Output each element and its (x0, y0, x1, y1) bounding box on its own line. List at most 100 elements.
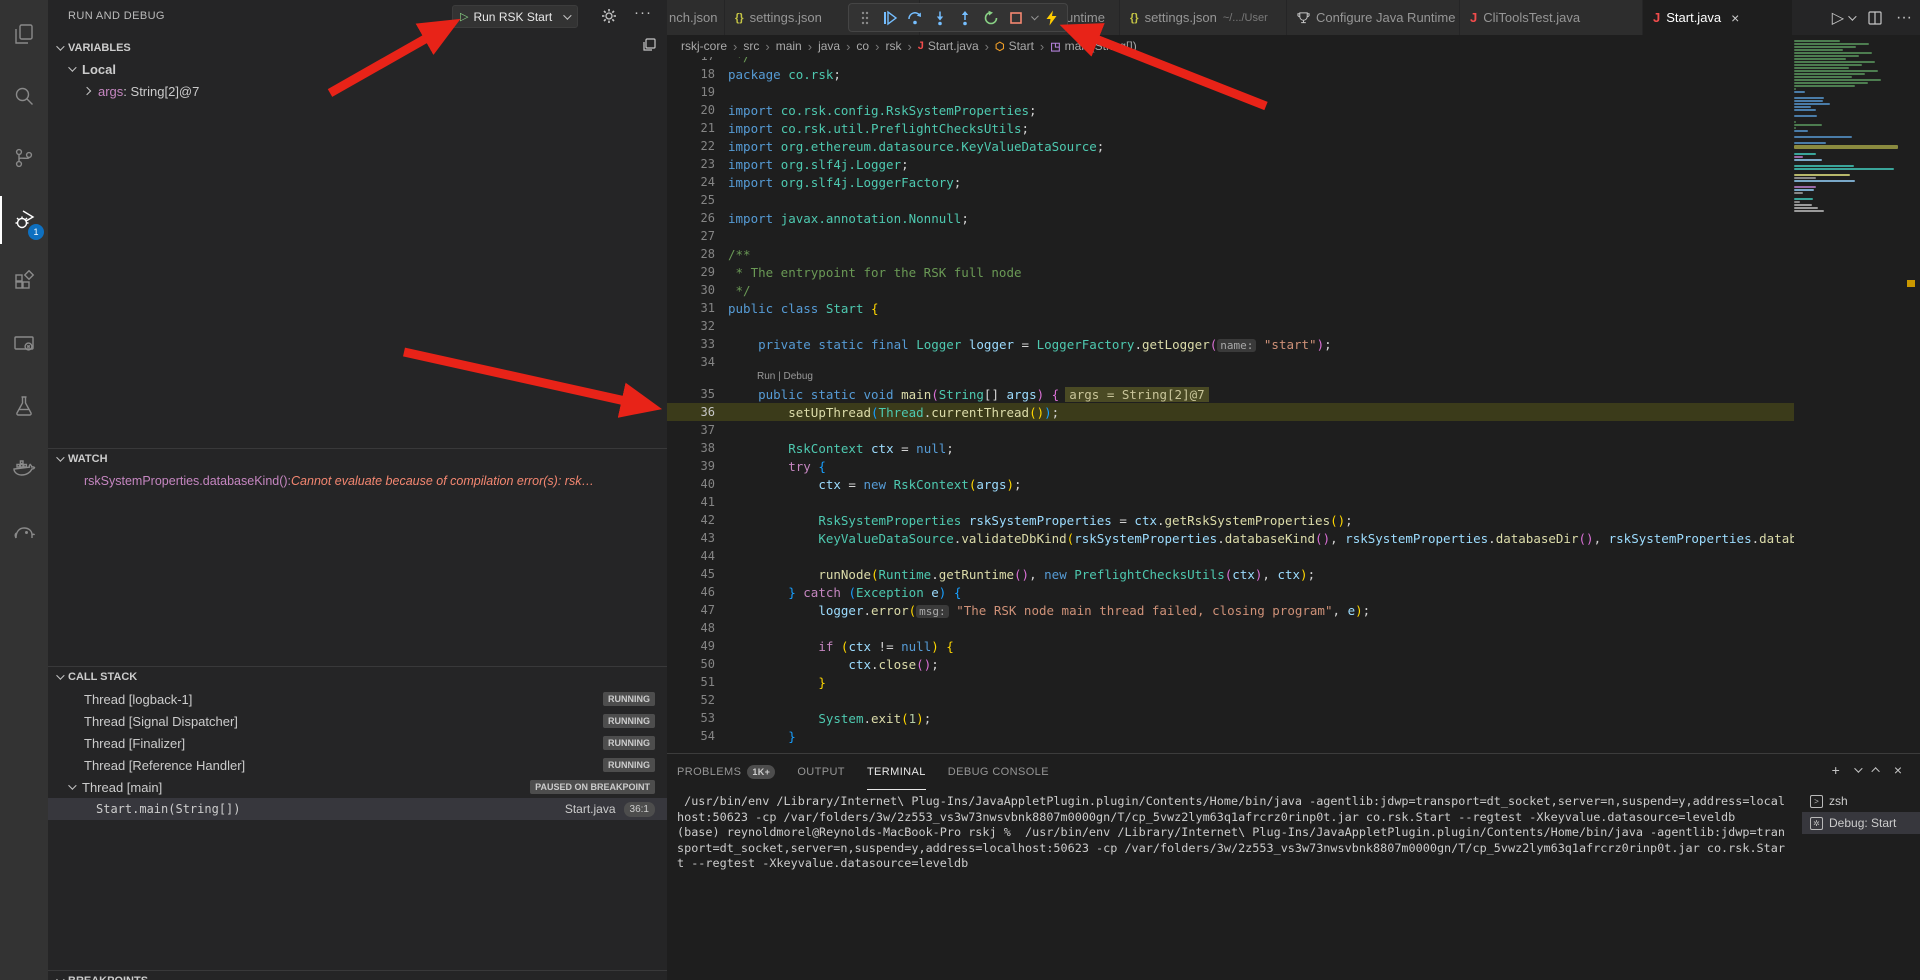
activity-item-remote-explorer[interactable] (0, 320, 48, 368)
code-line-46[interactable]: 46 } catch (Exception e) { (667, 583, 1794, 601)
code-line-44[interactable]: 44 (667, 547, 1794, 565)
breadcrumb-item[interactable]: main (776, 39, 802, 53)
code-line-49[interactable]: 49 if (ctx != null) { (667, 637, 1794, 655)
code-line-21[interactable]: 21import co.rsk.util.PreflightChecksUtil… (667, 119, 1794, 137)
tab-nch-json[interactable]: nch.json (667, 0, 725, 35)
variables-scope-local[interactable]: Local (48, 58, 667, 80)
code-editor[interactable]: 17 */18package co.rsk;1920import co.rsk.… (667, 57, 1794, 753)
code-line-43[interactable]: 43 KeyValueDataSource.validateDbKind(rsk… (667, 529, 1794, 547)
code-line-37[interactable]: 37 (667, 421, 1794, 439)
code-line-20[interactable]: 20import co.rsk.config.RskSystemProperti… (667, 101, 1794, 119)
run-java-button[interactable]: ▷ (1832, 8, 1854, 28)
code-line-29[interactable]: 29 * The entrypoint for the RSK full nod… (667, 263, 1794, 281)
tab-configure-java-runtime[interactable]: Configure Java Runtime (1287, 0, 1460, 35)
code-line-52[interactable]: 52 (667, 691, 1794, 709)
activity-item-run-and-debug[interactable]: 1 (0, 196, 48, 244)
code-line-26[interactable]: 26import javax.annotation.Nonnull; (667, 209, 1794, 227)
tab-settings-json[interactable]: {}settings.json~/.../User (1120, 0, 1287, 35)
code-line-54[interactable]: 54 } (667, 727, 1794, 745)
step-into-icon[interactable] (930, 6, 950, 30)
panel-tab-problems[interactable]: PROBLEMS1K+ (677, 754, 775, 790)
breadcrumb-item[interactable]: co (856, 39, 869, 53)
more-actions-icon[interactable]: ··· (634, 4, 652, 21)
chevron-down-icon[interactable] (563, 11, 571, 19)
call-stack-thread-row[interactable]: Thread [Reference Handler]RUNNING (48, 754, 667, 776)
code-line-33[interactable]: 33 private static final Logger logger = … (667, 335, 1794, 353)
minimap[interactable] (1794, 40, 1898, 213)
code-line-22[interactable]: 22import org.ethereum.datasource.KeyValu… (667, 137, 1794, 155)
call-stack-thread-row[interactable]: Thread [logback-1]RUNNING (48, 688, 667, 710)
activity-item-extensions[interactable] (0, 258, 48, 306)
code-line-50[interactable]: 50 ctx.close(); (667, 655, 1794, 673)
code-line-53[interactable]: 53 System.exit(1); (667, 709, 1794, 727)
breadcrumb-item[interactable]: java (818, 39, 840, 53)
stop-icon[interactable] (1006, 6, 1026, 30)
breadcrumb-item[interactable]: Start (1009, 39, 1034, 53)
close-panel-icon[interactable]: × (1894, 762, 1902, 778)
code-line-28[interactable]: 28/** (667, 245, 1794, 263)
terminal-instance-zsh[interactable]: >zsh (1802, 790, 1920, 812)
close-icon[interactable]: × (1731, 10, 1739, 26)
code-line-35[interactable]: 35 public static void main(String[] args… (667, 385, 1794, 403)
activity-item-gradle[interactable] (0, 506, 48, 554)
activity-item-search[interactable] (0, 72, 48, 120)
split-editor-icon[interactable] (1868, 11, 1882, 25)
code-line-36[interactable]: 36 setUpThread(Thread.currentThread()); (667, 403, 1794, 421)
code-lens-run-debug[interactable]: Run | Debug (667, 371, 1794, 385)
panel-tab-output[interactable]: OUTPUT (797, 754, 845, 790)
watch-section-header[interactable]: WATCH (48, 448, 667, 468)
activity-item-testing[interactable] (0, 382, 48, 430)
breadcrumb-item[interactable]: rskj-core (681, 39, 727, 53)
activity-item-docker[interactable] (0, 444, 48, 492)
breadcrumb-item[interactable]: rsk (885, 39, 901, 53)
code-line-38[interactable]: 38 RskContext ctx = null; (667, 439, 1794, 457)
launch-config-button[interactable]: ▷ Run RSK Start (452, 5, 578, 28)
call-stack-thread-row[interactable]: Thread [main]PAUSED ON BREAKPOINT (48, 776, 667, 798)
code-line-25[interactable]: 25 (667, 191, 1794, 209)
watch-expression-row[interactable]: rskSystemProperties.databaseKind(): Cann… (48, 470, 667, 492)
restart-icon[interactable] (980, 6, 1000, 30)
maximize-panel-icon[interactable] (1871, 767, 1879, 775)
code-line-17[interactable]: 17 */ (667, 57, 1794, 65)
code-line-23[interactable]: 23import org.slf4j.Logger; (667, 155, 1794, 173)
continue-icon[interactable] (880, 6, 900, 30)
code-line-47[interactable]: 47 logger.error(msg: "The RSK node main … (667, 601, 1794, 619)
tab-start-java[interactable]: JStart.java× (1643, 0, 1793, 35)
call-stack-thread-row[interactable]: Thread [Signal Dispatcher]RUNNING (48, 710, 667, 732)
call-stack-thread-row[interactable]: Thread [Finalizer]RUNNING (48, 732, 667, 754)
panel-tab-terminal[interactable]: TERMINAL (867, 754, 926, 790)
code-line-40[interactable]: 40 ctx = new RskContext(args); (667, 475, 1794, 493)
code-line-18[interactable]: 18package co.rsk; (667, 65, 1794, 83)
breadcrumb-item[interactable]: main(String[]) (1065, 39, 1137, 53)
tab-clitoolstest-java[interactable]: JCliToolsTest.java (1460, 0, 1643, 35)
code-line-51[interactable]: 51 } (667, 673, 1794, 691)
activity-item-source-control[interactable] (0, 134, 48, 182)
breadcrumb-item[interactable]: Start.java (928, 39, 979, 53)
terminal-instance-debug-start[interactable]: ✲Debug: Start (1802, 812, 1920, 834)
code-line-48[interactable]: 48 (667, 619, 1794, 637)
variables-section-header[interactable]: VARIABLES (48, 38, 667, 58)
drag-handle-icon[interactable] (855, 6, 875, 30)
code-line-19[interactable]: 19 (667, 83, 1794, 101)
code-line-27[interactable]: 27 (667, 227, 1794, 245)
step-out-icon[interactable] (955, 6, 975, 30)
new-terminal-icon[interactable]: + (1832, 762, 1840, 778)
stack-frame-row[interactable]: Start.main(String[]) Start.java 36:1 (48, 798, 667, 820)
breakpoints-section-header[interactable]: BREAKPOINTS (48, 970, 667, 980)
code-line-39[interactable]: 39 try { (667, 457, 1794, 475)
breadcrumb-item[interactable]: src (743, 39, 759, 53)
variable-args-row[interactable]: args : String[2]@7 (48, 80, 667, 102)
code-line-32[interactable]: 32 (667, 317, 1794, 335)
call-stack-section-header[interactable]: CALL STACK (48, 666, 667, 686)
chevron-down-icon[interactable] (1031, 12, 1039, 20)
panel-tab-debug-console[interactable]: DEBUG CONSOLE (948, 754, 1049, 790)
chevron-right-icon[interactable] (83, 87, 91, 95)
code-line-41[interactable]: 41 (667, 493, 1794, 511)
gear-icon[interactable] (601, 8, 617, 24)
code-line-45[interactable]: 45 runNode(Runtime.getRuntime(), new Pre… (667, 565, 1794, 583)
more-actions-icon[interactable]: ··· (1896, 9, 1912, 27)
step-over-icon[interactable] (905, 6, 925, 30)
chevron-down-icon[interactable] (1854, 764, 1862, 772)
code-line-42[interactable]: 42 RskSystemProperties rskSystemProperti… (667, 511, 1794, 529)
code-line-34[interactable]: 34 (667, 353, 1794, 371)
